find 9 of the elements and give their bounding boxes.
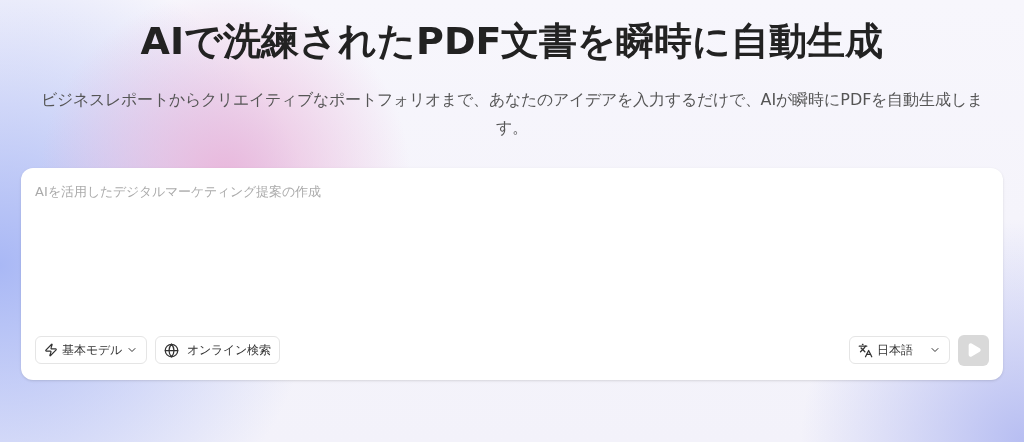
- online-search-button[interactable]: オンライン検索: [155, 336, 280, 364]
- translate-icon: [858, 342, 873, 358]
- language-dropdown[interactable]: 日本語: [849, 336, 950, 364]
- page-title: AIで洗練されたPDF文書を瞬時に自動生成: [140, 18, 884, 65]
- globe-icon: [164, 342, 179, 358]
- model-dropdown[interactable]: 基本モデル: [35, 336, 147, 364]
- prompt-field[interactable]: AIを活用したデジタルマーケティング提案の作成 基本モデル オンライン検索 日本語: [21, 167, 1003, 380]
- lightning-icon: [44, 343, 58, 357]
- page-subtitle: ビジネスレポートからクリエイティブなポートフォリオまで、あなたのアイデアを入力するだけで、AIが瞬時にPDFを自動生成します。: [39, 88, 985, 139]
